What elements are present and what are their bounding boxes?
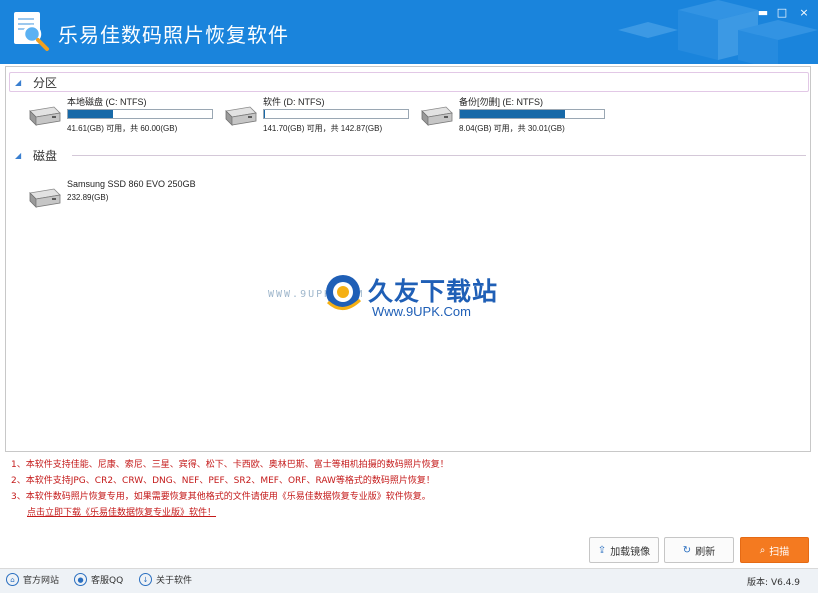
note-item: 3、本软件数码照片恢复专用，如果需要恢复其他格式的文件请使用《乐易佳数据恢复专业… (11, 492, 431, 502)
partition-d[interactable]: 软件 (D: NTFS) 141.70(GB) 可用，共 142.87(GB) (222, 95, 417, 139)
app-title: 乐易佳数码照片恢复软件 (58, 23, 289, 47)
support-qq-label: 客服QQ (91, 576, 124, 586)
disks-section-header[interactable]: ◢ 磁盘 (15, 146, 57, 164)
disk-size: 232.89(GB) (67, 193, 109, 202)
watermark-title: 久友下载站 (368, 277, 499, 306)
load-image-label: 加载镜像 (610, 546, 651, 558)
hard-drive-icon (421, 106, 453, 126)
close-button[interactable]: × (794, 5, 814, 21)
partitions-section-header[interactable]: ◢ 分区 (15, 73, 57, 91)
maximize-button[interactable]: □ (772, 5, 792, 21)
watermark: WWW.9UPK.COM 久友下载站 Www.9UPK.Com (268, 262, 518, 342)
collapse-arrow-icon: ◢ (15, 77, 22, 87)
hard-drive-icon (29, 106, 61, 126)
notes-list: 1、本软件支持佳能、尼康、索尼、三星、宾得、松下、卡西欧、奥林巴斯、富士等相机拍… (11, 458, 611, 522)
official-site-link[interactable]: ⌂ 官方网站 (6, 573, 59, 586)
note-item: 2、本软件支持JPG、CR2、CRW、DNG、NEF、PEF、SR2、MEF、O… (11, 476, 435, 486)
hard-drive-icon (29, 188, 61, 208)
scan-button[interactable]: ⌕ 扫描 (740, 537, 809, 563)
partitions-label: 分区 (33, 75, 58, 90)
drive-panel: ◢ 分区 本地磁盘 (C: NTFS) 41.61(GB) 可用，共 60.00… (5, 66, 811, 452)
home-icon: ⌂ (6, 573, 19, 586)
about-link[interactable]: ↓ 关于软件 (139, 573, 192, 586)
partition-name: 本地磁盘 (C: NTFS) (67, 97, 147, 107)
partition-c[interactable]: 本地磁盘 (C: NTFS) 41.61(GB) 可用，共 60.00(GB) (26, 95, 221, 139)
watermark-logo-icon (326, 275, 362, 310)
qq-icon: ● (74, 573, 87, 586)
usage-bar-fill (264, 110, 266, 118)
usage-bar (459, 109, 605, 119)
usage-bar (263, 109, 409, 119)
scan-label: 扫描 (769, 546, 790, 558)
load-image-button[interactable]: ⇪ 加载镜像 (589, 537, 659, 563)
watermark-url: Www.9UPK.Com (372, 304, 471, 319)
section-divider (72, 155, 806, 156)
partition-e[interactable]: 备份[勿删] (E: NTFS) 8.04(GB) 可用，共 30.01(GB) (418, 95, 613, 139)
refresh-button[interactable]: ↻ 刷新 (664, 537, 734, 563)
minimize-button[interactable]: ▬ (753, 5, 773, 21)
info-icon: ↓ (139, 573, 152, 586)
support-qq-link[interactable]: ● 客服QQ (74, 573, 123, 586)
title-bar: 乐易佳数码照片恢复软件 ▬ □ × (0, 0, 818, 64)
disks-label: 磁盘 (33, 148, 58, 163)
disk-name: Samsung SSD 860 EVO 250GB (67, 179, 196, 189)
partition-usage: 141.70(GB) 可用，共 142.87(GB) (263, 124, 383, 133)
note-item: 1、本软件支持佳能、尼康、索尼、三星、宾得、松下、卡西欧、奥林巴斯、富士等相机拍… (11, 460, 449, 470)
version-text: 版本: V6.4.9 (747, 578, 800, 588)
usage-bar-fill (460, 110, 566, 118)
official-site-label: 官方网站 (23, 576, 60, 586)
disk-item[interactable]: Samsung SSD 860 EVO 250GB 232.89(GB) (26, 177, 221, 221)
scan-icon: ⌕ (759, 544, 766, 556)
refresh-icon: ↻ (682, 544, 692, 556)
footer-bar: ⌂ 官方网站 ● 客服QQ ↓ 关于软件 版本: V6.4.9 (0, 569, 818, 593)
partition-name: 软件 (D: NTFS) (263, 97, 325, 107)
refresh-label: 刷新 (695, 546, 716, 558)
download-pro-link[interactable]: 点击立即下载《乐易佳数据恢复专业版》软件！ (27, 508, 216, 518)
partition-header-box (9, 72, 809, 92)
collapse-arrow-icon: ◢ (15, 150, 22, 160)
partition-name: 备份[勿删] (E: NTFS) (459, 97, 543, 107)
hard-drive-icon (225, 106, 257, 126)
usage-bar (67, 109, 213, 119)
app-logo-icon (14, 12, 49, 51)
partition-usage: 41.61(GB) 可用，共 60.00(GB) (67, 124, 178, 133)
upload-icon: ⇪ (597, 544, 607, 556)
partition-usage: 8.04(GB) 可用，共 30.01(GB) (459, 124, 565, 133)
about-label: 关于软件 (156, 576, 193, 586)
usage-bar-fill (68, 110, 113, 118)
